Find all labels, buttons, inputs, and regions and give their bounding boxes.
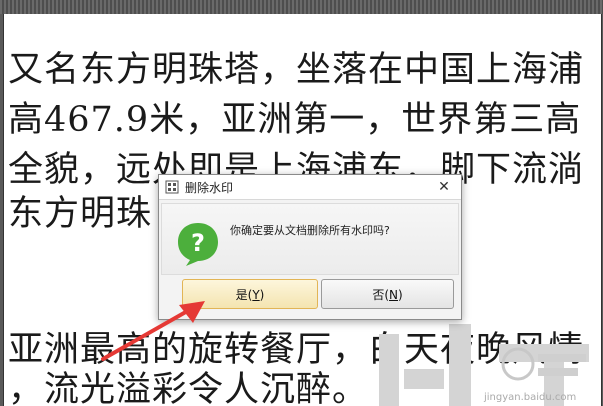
doc-line-1: 又名东方明珠塔，坐落在中国上海浦 [8, 50, 585, 90]
dialog-message: 你确定要从文档删除所有水印吗? [230, 224, 390, 237]
doc-line-2: 高467.9米，亚洲第一，世界第三高 [8, 100, 582, 140]
dialog-title: 删除水印 [185, 181, 234, 195]
red-arrow-annotation [101, 301, 205, 361]
dialog-titlebar[interactable]: 删除水印 ✕ [159, 175, 461, 200]
yes-button-hotkey: Y [252, 288, 260, 302]
watermark-logo-text: jingyan.baidu.com [484, 392, 577, 403]
no-button-label: 否 [372, 288, 385, 302]
app-document-icon [165, 180, 179, 194]
svg-text:?: ? [191, 229, 205, 257]
no-button[interactable]: 否(N) [321, 279, 454, 309]
watermark-logo [501, 347, 586, 381]
dialog-message-area: ? 你确定要从文档删除所有水印吗? [161, 203, 459, 275]
top-window-frame [0, 0, 603, 14]
no-button-hotkey: N [389, 288, 398, 302]
question-icon: ? [178, 223, 218, 266]
yes-button-label: 是 [235, 288, 248, 302]
doc-line-7: ，流光溢彩令人沉醉。 [8, 370, 369, 406]
close-button[interactable]: ✕ [431, 176, 457, 198]
